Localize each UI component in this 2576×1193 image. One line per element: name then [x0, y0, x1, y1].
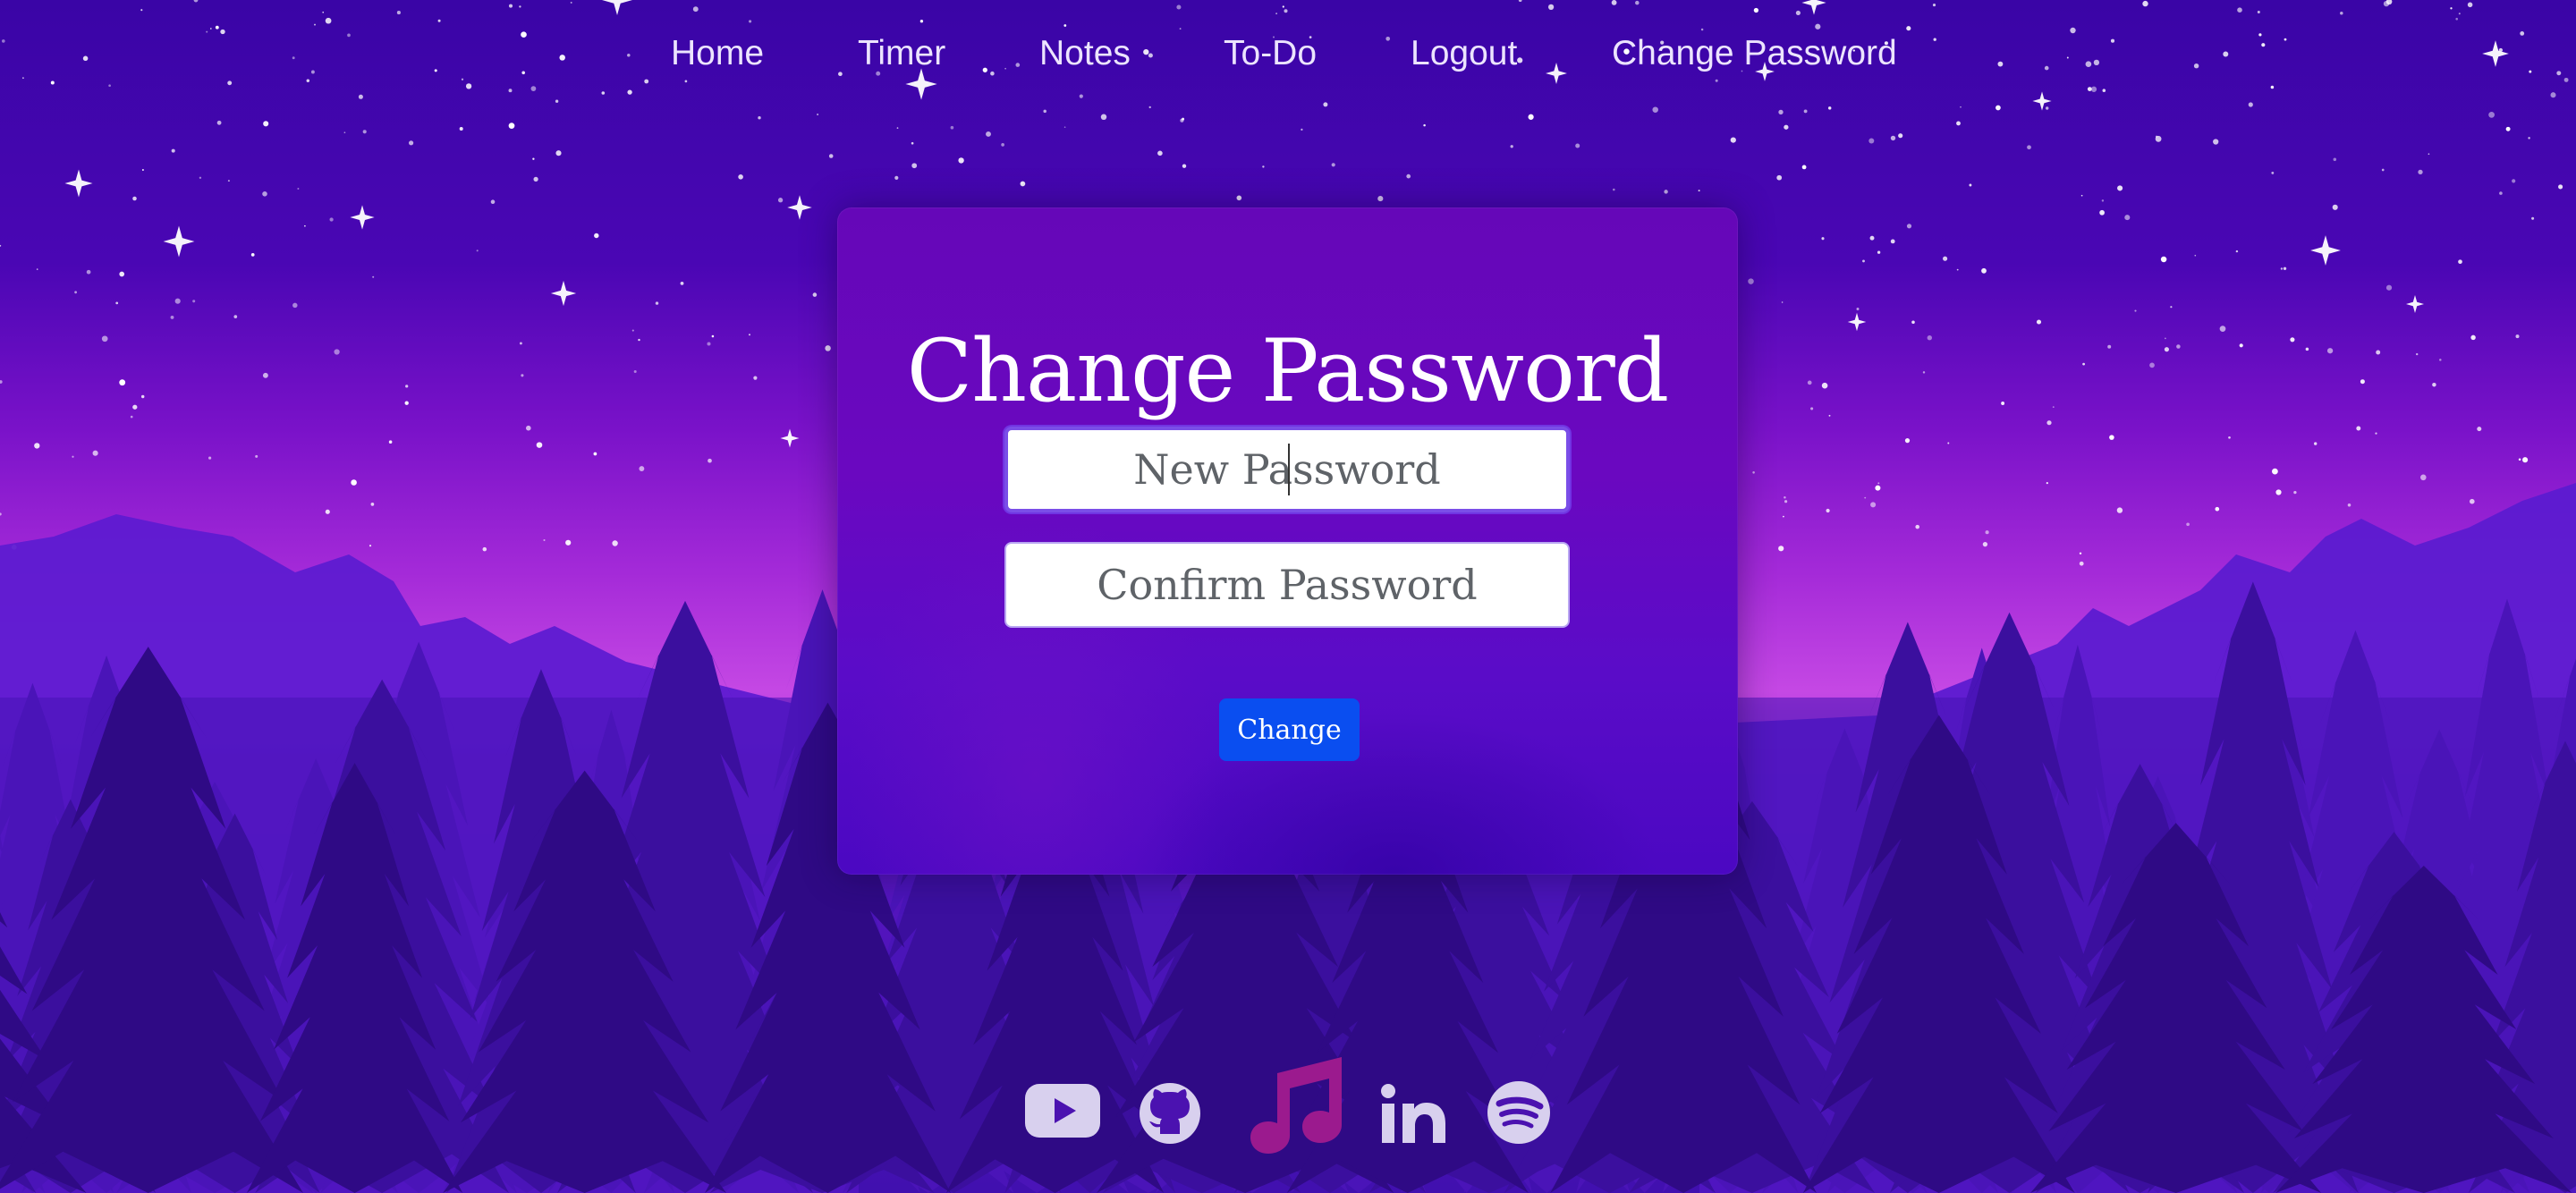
text-caret	[1288, 444, 1290, 495]
top-navigation: Home Timer Notes To-Do Logout Change Pas…	[0, 27, 2576, 80]
page-title: Change Password	[906, 321, 1669, 421]
nav-logout-link[interactable]: Logout	[1411, 27, 1517, 80]
github-icon[interactable]	[1139, 1082, 1201, 1145]
change-password-card: Change Password Change	[837, 207, 1738, 875]
social-links	[0, 1046, 2576, 1163]
nav-change-password-link[interactable]: Change Password	[1612, 27, 1897, 80]
confirm-password-input[interactable]	[1004, 542, 1570, 628]
change-button[interactable]: Change	[1219, 698, 1360, 761]
nav-home-link[interactable]: Home	[671, 27, 764, 80]
spotify-icon[interactable]	[1487, 1080, 1551, 1145]
new-password-input[interactable]	[1004, 427, 1570, 512]
nav-timer-link[interactable]: Timer	[858, 27, 945, 80]
music-note-icon[interactable]	[1241, 1046, 1349, 1154]
linkedin-icon[interactable]	[1381, 1084, 1447, 1143]
nav-todo-link[interactable]: To-Do	[1224, 27, 1317, 80]
youtube-icon[interactable]	[1025, 1084, 1100, 1138]
nav-notes-link[interactable]: Notes	[1039, 27, 1131, 80]
